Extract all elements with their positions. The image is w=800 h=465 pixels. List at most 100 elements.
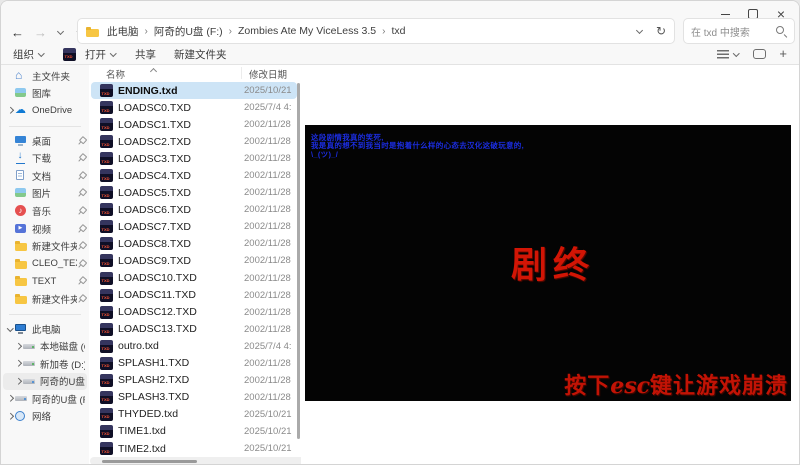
expand-chevron-icon[interactable] [14, 377, 23, 386]
sidebar-item[interactable]: 下载 [3, 149, 87, 167]
sidebar-item[interactable]: 网络 [3, 408, 87, 426]
command-button[interactable]: 共享 [135, 47, 156, 62]
expand-chevron-icon[interactable] [6, 189, 15, 198]
view-options-button[interactable] [717, 49, 740, 59]
expand-chevron-icon[interactable] [6, 71, 15, 80]
file-row[interactable]: LOADSC6.TXD 2002/11/28 [91, 201, 297, 218]
vertical-scrollbar[interactable] [297, 83, 300, 439]
sidebar-item[interactable]: CLEO_TEXT [3, 255, 87, 273]
sidebar-item[interactable]: 本地磁盘 (C:) [3, 337, 87, 355]
address-dropdown-chevron-icon[interactable] [636, 27, 644, 35]
file-row[interactable]: LOADSC13.TXD 2002/11/28 [91, 321, 297, 338]
file-name: LOADSC8.TXD [118, 237, 191, 250]
search-placeholder: 在 txd 中搜索 [691, 27, 750, 39]
file-row[interactable]: SPLASH2.TXD 2002/11/28 [91, 372, 297, 389]
videos-icon [15, 223, 28, 235]
sidebar-item[interactable]: 阿奇的U盘 (F:) [3, 390, 87, 408]
column-header-name[interactable]: 名称 [106, 67, 125, 81]
search-input[interactable]: 在 txd 中搜索 [683, 18, 795, 44]
expand-chevron-icon[interactable] [6, 89, 15, 98]
file-row[interactable]: SPLASH3.TXD 2002/11/28 [91, 389, 297, 406]
file-row[interactable]: LOADSC3.TXD 2002/11/28 [91, 150, 297, 167]
expand-chevron-icon[interactable] [6, 294, 15, 303]
file-row[interactable]: LOADSC8.TXD 2002/11/28 [91, 235, 297, 252]
file-row[interactable]: LOADSC2.TXD 2002/11/28 [91, 133, 297, 150]
expand-chevron-icon[interactable] [6, 324, 15, 333]
breadcrumb-label[interactable]: Zombies Ate My ViceLess 3.5 [235, 24, 379, 38]
column-header-date[interactable]: 修改日期 [249, 67, 287, 81]
sidebar-item[interactable] [3, 120, 87, 132]
command-button[interactable]: 新建文件夹 [174, 47, 227, 62]
sidebar-item[interactable]: 主文件夹 [3, 67, 87, 85]
command-button[interactable]: 组织 [13, 47, 45, 62]
command-button[interactable]: 打开 [63, 47, 117, 62]
breadcrumb-item[interactable]: Zombies Ate My ViceLess 3.5 [235, 24, 386, 38]
file-row[interactable]: TIME1.txd 2025/10/21 [91, 423, 297, 440]
file-row[interactable]: LOADSC10.TXD 2002/11/28 [91, 270, 297, 287]
file-row[interactable]: LOADSC7.TXD 2002/11/28 [91, 218, 297, 235]
breadcrumb-label[interactable]: 此电脑 [104, 23, 142, 40]
sidebar-item[interactable]: OneDrive [3, 102, 87, 120]
file-date: 2002/11/28 [244, 153, 291, 165]
preview-pane-toggle-icon[interactable] [753, 49, 767, 59]
sidebar-item[interactable]: 图库 [3, 85, 87, 103]
address-bar[interactable]: 此电脑 阿奇的U盘 (F:) Zombies Ate My ViceLess 3… [77, 18, 675, 44]
file-row[interactable]: LOADSC9.TXD 2002/11/28 [91, 252, 297, 269]
expand-chevron-icon[interactable] [14, 342, 23, 351]
expand-chevron-icon[interactable] [6, 412, 15, 421]
sidebar-item[interactable]: 图片 [3, 185, 87, 203]
expand-chevron-icon[interactable] [6, 224, 15, 233]
file-row[interactable]: LOADSC5.TXD 2002/11/28 [91, 184, 297, 201]
file-row[interactable]: SPLASH1.TXD 2002/11/28 [91, 355, 297, 372]
expand-chevron-icon[interactable] [6, 259, 15, 268]
sidebar-item[interactable]: 新加卷 (D:) [3, 355, 87, 373]
breadcrumb-item[interactable]: txd [388, 24, 408, 38]
breadcrumb-label[interactable]: 阿奇的U盘 (F:) [151, 23, 226, 40]
sidebar-item-label: 新建文件夹 (5) [32, 242, 77, 254]
file-row[interactable]: LOADSC12.TXD 2002/11/28 [91, 304, 297, 321]
sidebar-item[interactable]: 桌面 [3, 132, 87, 150]
sidebar-item[interactable]: 此电脑 [3, 320, 87, 338]
file-row[interactable]: TIME2.txd 2025/10/21 [91, 440, 297, 457]
file-row[interactable]: ENDING.txd 2025/10/21 [91, 82, 297, 100]
onedrive-icon [15, 103, 28, 117]
expand-chevron-icon[interactable] [6, 171, 15, 180]
sidebar-item[interactable]: 音乐 [3, 202, 87, 220]
expand-chevron-icon[interactable] [6, 154, 15, 163]
sidebar-item[interactable]: 文档 [3, 167, 87, 185]
file-row[interactable]: LOADSC4.TXD 2002/11/28 [91, 167, 297, 184]
file-row[interactable]: outro.txd 2025/7/4 4: [91, 338, 297, 355]
refresh-icon[interactable] [656, 22, 666, 40]
sidebar-item[interactable]: 视频 [3, 220, 87, 238]
horizontal-scrollbar-thumb[interactable] [102, 459, 197, 463]
file-row[interactable]: LOADSC0.TXD 2025/7/4 4: [91, 99, 297, 116]
list-header: 名称 修改日期 [89, 65, 301, 81]
sidebar-item[interactable]: 新建文件夹 (5) [3, 237, 87, 255]
breadcrumb-item[interactable]: 此电脑 [104, 23, 149, 40]
sidebar-item[interactable]: 阿奇的U盘 (F:) [3, 372, 87, 391]
breadcrumb-item[interactable]: 阿奇的U盘 (F:) [151, 23, 233, 40]
recent-locations-chevron-icon[interactable] [57, 28, 65, 36]
search-icon[interactable] [775, 25, 787, 37]
forward-icon[interactable] [34, 26, 47, 39]
sidebar-item[interactable] [3, 308, 87, 320]
expand-chevron-icon[interactable] [6, 242, 15, 251]
expand-chevron-icon[interactable] [6, 277, 15, 286]
command-bar: 组织 打开 共享 新建文件夹 [13, 47, 227, 61]
back-icon[interactable] [11, 26, 24, 39]
sidebar-item[interactable]: TEXT [3, 273, 87, 291]
sidebar-item[interactable]: 新建文件夹 (2) [3, 290, 87, 308]
expand-chevron-icon[interactable] [6, 106, 15, 115]
breadcrumb-label[interactable]: txd [388, 24, 408, 38]
file-row[interactable]: THYDED.txd 2025/10/21 [91, 406, 297, 423]
file-row[interactable]: LOADSC1.TXD 2002/11/28 [91, 116, 297, 133]
txd-file-icon [100, 135, 113, 149]
txd-file-icon [100, 390, 113, 404]
expand-chevron-icon[interactable] [6, 394, 15, 403]
expand-chevron-icon[interactable] [6, 136, 15, 145]
expand-chevron-icon[interactable] [14, 359, 23, 368]
breadcrumb: 此电脑 阿奇的U盘 (F:) Zombies Ate My ViceLess 3… [104, 23, 409, 40]
plus-icon[interactable] [779, 45, 787, 63]
expand-chevron-icon[interactable] [6, 206, 15, 215]
file-row[interactable]: LOADSC11.TXD 2002/11/28 [91, 287, 297, 304]
